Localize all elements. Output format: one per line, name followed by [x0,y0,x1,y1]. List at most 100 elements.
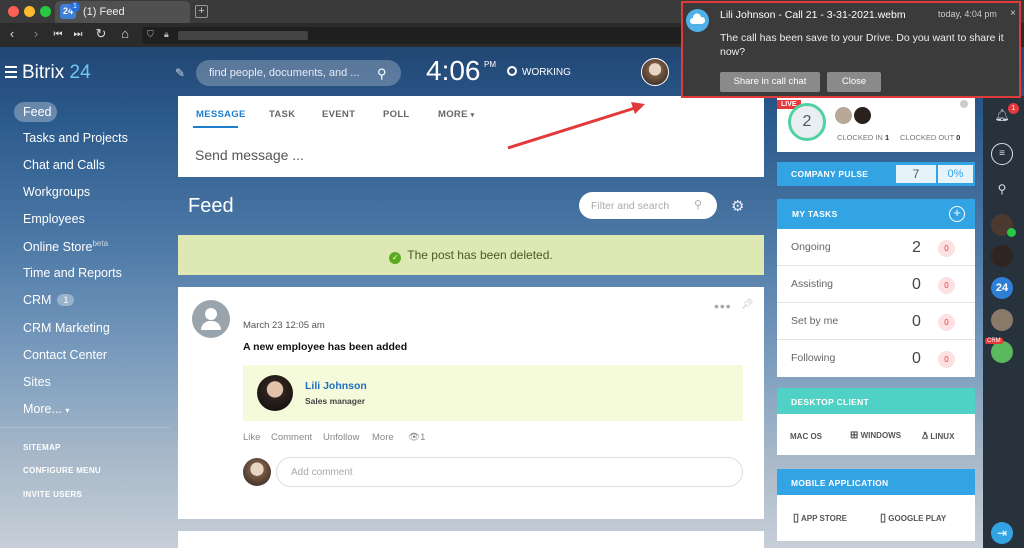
employee-name-link[interactable]: Lili Johnson [305,380,367,392]
notification-title: Lili Johnson - Call 21 - 3-31-2021.webm [720,9,906,21]
bitrix24-logo[interactable]: Bitrix 24 [22,62,91,84]
task-label: Assisting [791,278,834,290]
notification-time: today, 4:04 pm [938,9,997,19]
more-options-icon[interactable]: ••• [714,298,732,314]
clock-time: 4:06 [426,55,481,86]
sidebar-item-chat[interactable]: Chat and Calls [23,158,105,172]
user-avatar[interactable] [641,58,669,86]
views-counter: 👁︎1 [408,432,426,443]
new-tab-button[interactable]: + [195,5,208,18]
edit-pencil-icon[interactable]: ✎ [175,66,185,80]
task-badge: 0 [938,351,955,368]
app-store-link[interactable]: ▯ APP STORE [793,511,847,524]
work-status-button[interactable]: WORKING [507,66,571,78]
exit-icon[interactable]: ⇥ [991,522,1013,544]
desktop-client-header: DESKTOP CLIENT [777,388,975,414]
sidebar-item-more[interactable]: More... ▾ [23,402,69,416]
post-author-avatar[interactable] [192,300,230,338]
macos-link[interactable]: MAC OS [790,430,822,442]
phone-icon: ▯ [880,512,887,524]
task-label: Set by me [791,315,839,327]
close-icon[interactable]: × [1010,8,1016,19]
sidebar-link-sitemap[interactable]: SITEMAP [23,443,61,452]
unfollow-link[interactable]: Unfollow [323,432,359,443]
like-link[interactable]: Like [243,432,260,443]
clock-ampm: PM [484,60,496,69]
cloud-upload-icon [686,9,709,32]
sidebar-link-configure[interactable]: CONFIGURE MENU [23,466,101,475]
tab-task[interactable]: TASK [269,109,295,120]
sidebar-item-crm[interactable]: CRM 1 [23,293,75,307]
comment-link[interactable]: Comment [271,432,312,443]
tab-poll[interactable]: POLL [383,109,410,120]
sidebar-item-feed[interactable]: Feed [14,102,57,122]
minimize-window-icon[interactable] [24,6,35,17]
crm-contact-avatar[interactable] [991,341,1013,363]
sidebar-item-tasks[interactable]: Tasks and Projects [23,131,128,145]
pulse-percent: 0% [938,165,973,183]
contact-avatar[interactable] [991,245,1013,267]
close-button[interactable]: Close [827,72,881,92]
sidebar-item-online-store[interactable]: Online Storebeta [23,239,108,254]
sidebar-item-crm-marketing[interactable]: CRM Marketing [23,321,110,335]
phone-icon: ▯ [793,512,800,524]
sidebar-item-time[interactable]: Time and Reports [23,266,122,280]
sidebar-item-workgroups[interactable]: Workgroups [23,185,90,199]
sidebar-item-contact-center[interactable]: Contact Center [23,348,107,362]
zoom-window-icon[interactable] [40,6,51,17]
comment-input[interactable]: Add comment [276,457,743,487]
filter-search-icon[interactable]: ⚲ [694,198,702,211]
close-window-icon[interactable] [8,6,19,17]
notification-badge: 1 [1008,103,1019,114]
forward-icon[interactable]: › [28,26,44,41]
search-input[interactable]: find people, documents, and ... [196,60,401,86]
tab-event[interactable]: EVENT [322,109,355,120]
contact-avatar[interactable] [991,309,1013,331]
live-user-avatar[interactable] [854,107,871,124]
chat-icon[interactable]: ≡ [991,143,1013,165]
bitrix24-icon[interactable]: 24 [991,277,1013,299]
crm-tag: CRM [985,338,1003,344]
blurred-url [178,31,308,40]
add-task-icon[interactable]: + [949,206,965,222]
my-tasks-header[interactable]: MY TASKS [777,199,975,229]
search-icon[interactable]: ⚲ [991,178,1013,200]
home-icon[interactable]: ⌂ [117,26,133,41]
reload-icon[interactable]: ↻ [93,26,109,42]
task-badge: 0 [938,240,955,257]
employee-avatar[interactable] [257,375,293,411]
skip-forward-icon[interactable]: ⏭ [70,29,86,40]
google-play-link[interactable]: ▯ GOOGLE PLAY [880,511,946,524]
post-text: A new employee has been added [243,341,408,353]
windows-link[interactable]: ⊞ WINDOWS [850,430,901,441]
shield-icon[interactable]: ⛉ [147,29,154,40]
task-label: Ongoing [791,241,831,253]
linux-link[interactable]: 🐧︎ LINUX [922,430,954,443]
check-icon: ✓ [389,252,402,264]
pin-icon[interactable]: 📌︎ [741,299,754,310]
tab-title: (1) Feed [83,6,125,18]
cloud-glyph [690,13,706,24]
post-date[interactable]: March 23 12:05 am [243,320,325,331]
back-icon[interactable]: ‹ [4,26,20,41]
tab-message[interactable]: MESSAGE [196,109,246,120]
menu-icon[interactable] [5,66,17,81]
sidebar-item-employees[interactable]: Employees [23,212,85,226]
live-user-avatar[interactable] [835,107,852,124]
live-count[interactable]: 2 [788,103,826,141]
tab-more[interactable]: MORE ▾ [438,109,474,120]
gear-icon[interactable]: ⚙ [731,197,744,215]
clocked-in-label: CLOCKED IN 1 [837,133,890,142]
search-icon[interactable]: ⚲ [377,66,387,82]
more-link[interactable]: More [372,432,394,443]
phone-call-icon [1007,228,1016,237]
info-icon[interactable] [960,100,968,108]
sidebar-link-invite[interactable]: INVITE USERS [23,490,82,499]
skip-back-icon[interactable]: ⏮ [50,29,66,40]
task-count: 0 [912,276,921,293]
share-in-call-chat-button[interactable]: Share in call chat [720,72,820,92]
pulse-value: 7 [896,165,936,183]
sidebar-item-sites[interactable]: Sites [23,375,51,389]
message-input[interactable]: Send message ... [195,147,304,163]
task-badge: 0 [938,314,955,331]
